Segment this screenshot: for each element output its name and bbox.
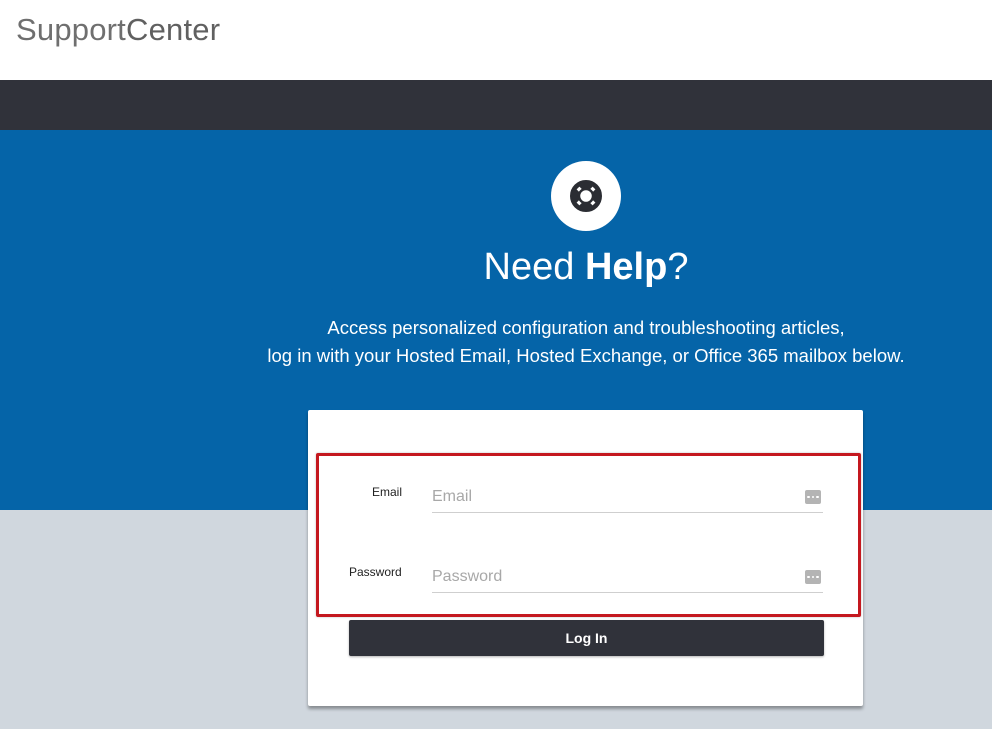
site-logo[interactable]: SupportCenter	[16, 12, 220, 48]
hero-description: Access personalized configuration and tr…	[0, 314, 992, 370]
hero-headline: Need Help?	[0, 246, 992, 289]
headline-light: Need	[483, 246, 575, 288]
description-line-2: log in with your Hosted Email, Hosted Ex…	[267, 345, 905, 366]
logo-text-light: Support	[16, 12, 126, 47]
lifebuoy-icon	[570, 180, 602, 212]
lifebuoy-badge	[551, 161, 621, 231]
description-line-1: Access personalized configuration and tr…	[327, 317, 845, 338]
navigation-bar	[0, 80, 992, 130]
fields-highlight-box	[316, 453, 861, 617]
top-header: SupportCenter	[0, 0, 992, 80]
headline-bold: Help	[584, 246, 668, 288]
login-button[interactable]: Log In	[349, 620, 824, 656]
logo-text-bold: Center	[125, 12, 221, 47]
headline-punctuation: ?	[667, 246, 689, 288]
